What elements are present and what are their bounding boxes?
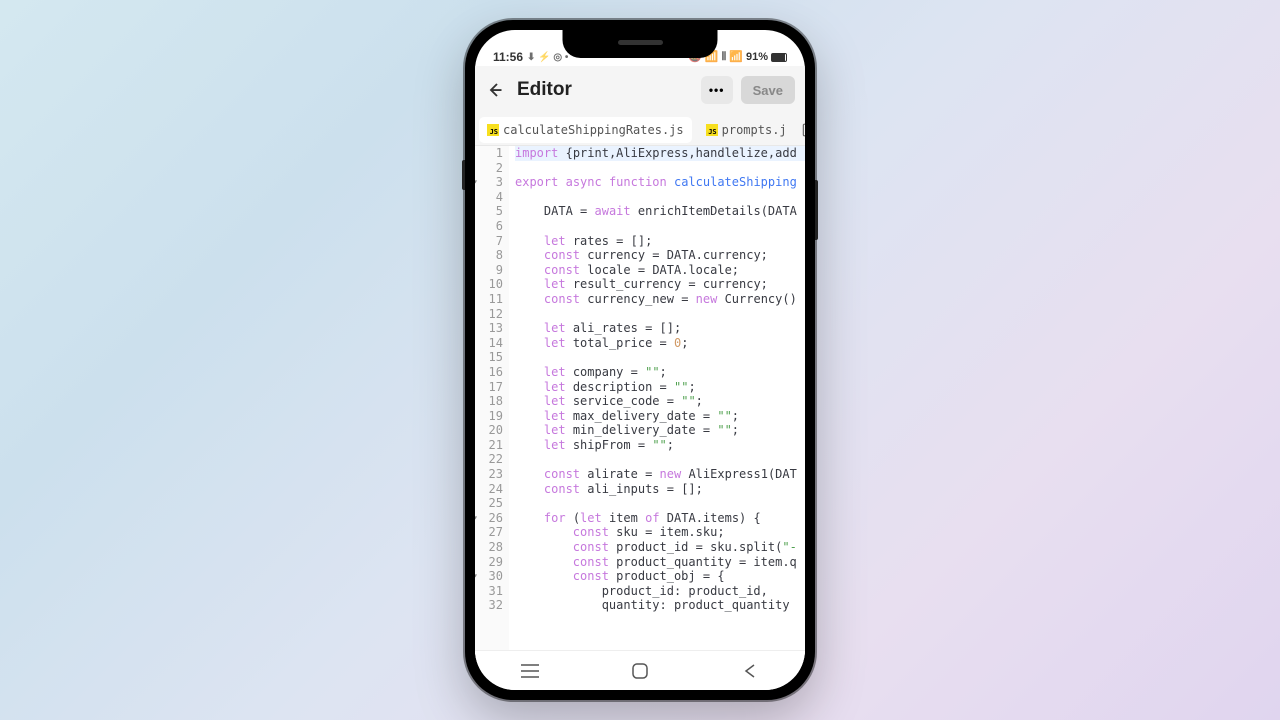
code-editor[interactable]: 1234567891011121314151617181920212223242…	[475, 146, 805, 654]
android-navbar	[475, 650, 805, 690]
tab-label: prompts.j	[722, 123, 787, 137]
battery-icon	[771, 53, 787, 62]
code-content[interactable]: import {print,AliExpress,handlelize,adde…	[509, 146, 805, 654]
back-button[interactable]	[485, 78, 509, 102]
back-nav-button[interactable]	[720, 659, 780, 683]
line-gutter: 1234567891011121314151617181920212223242…	[475, 146, 509, 654]
status-left-icons: ⬇ ⚡ ◎ •	[527, 52, 568, 63]
recents-button[interactable]	[500, 659, 560, 683]
phone-frame: 11:56 ⬇ ⚡ ◎ • 🔕 📶 ⫴ 📶 91% Editor ••• Sav…	[465, 20, 815, 700]
tab-file-1[interactable]: JS calculateShippingRates.js	[479, 117, 692, 143]
back-nav-icon	[744, 663, 756, 679]
tab-label: calculateShippingRates.js	[503, 123, 684, 137]
recents-icon	[521, 664, 539, 678]
back-icon	[488, 81, 506, 99]
phone-screen: 11:56 ⬇ ⚡ ◎ • 🔕 📶 ⫴ 📶 91% Editor ••• Sav…	[475, 30, 805, 690]
tab-file-2[interactable]: JS prompts.j	[698, 117, 795, 143]
js-icon: JS	[487, 124, 499, 136]
page-title: Editor	[517, 79, 693, 101]
tab-bar: JS calculateShippingRates.js JS prompts.…	[475, 114, 805, 146]
status-time: 11:56	[493, 50, 523, 64]
home-icon	[632, 663, 648, 679]
home-button[interactable]	[610, 659, 670, 683]
notch	[563, 30, 718, 58]
save-button[interactable]: Save	[741, 76, 795, 104]
app-header: Editor ••• Save	[475, 66, 805, 114]
js-icon: JS	[706, 124, 718, 136]
status-battery: 91%	[746, 51, 768, 63]
new-tab-button[interactable]	[801, 120, 805, 140]
new-file-icon	[801, 123, 805, 137]
more-button[interactable]: •••	[701, 76, 733, 104]
